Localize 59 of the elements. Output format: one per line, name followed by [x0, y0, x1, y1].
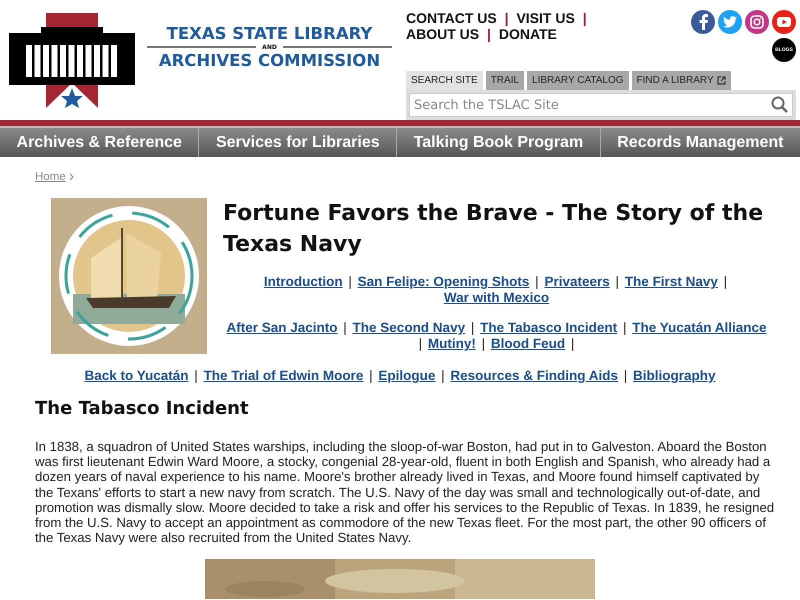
chapter-link[interactable]: The Tabasco Incident	[480, 320, 618, 335]
separator: |	[470, 320, 476, 335]
separator: |	[347, 274, 353, 289]
main-nav-item[interactable]: Services for Libraries	[198, 128, 396, 157]
chapter-link[interactable]: The Trial of Edwin Moore	[204, 368, 364, 383]
chapter-link[interactable]: San Felipe: Opening Shots	[358, 274, 530, 289]
chapter-link[interactable]: Introduction	[264, 274, 343, 289]
separator: |	[368, 368, 374, 383]
separator: |	[486, 26, 492, 42]
chapter-link[interactable]: The Second Navy	[352, 320, 466, 335]
search-field[interactable]: Search the TSLAC Site	[409, 93, 793, 117]
utility-link[interactable]: DONATE	[498, 26, 557, 42]
facebook-icon[interactable]	[691, 10, 715, 34]
article-paragraph: In 1838, a squadron of United States warships, including the sloop-of-war Boston, had put in to Galveston. Aboard the Boston was first lieutenant Edwin Ward Moore, a stocky, congenial 28-year-old, fluent in both English and Spanish, who already had a dozen years of naval experience to his name. Moore's brother already lived in Texas, and Moore found himself captivated by the Texans' efforts to start a new navy from scratch. The U.S. Navy of the day was small and technologically out-of-date, and promotion was dismally slow. Moore decided to take a risk and offer his services to the Republic of Texas. In 1839, he resigned from the U.S. Navy to accept an appointment as commodore of the new Texas fleet. For the most part, the other 90 officers of the Texas Navy were also recruited from the United States Navy.	[35, 439, 775, 546]
utility-link[interactable]: CONTACT US	[406, 10, 497, 26]
utility-link[interactable]: ABOUT US	[406, 26, 480, 42]
separator: |	[582, 10, 588, 26]
youtube-icon[interactable]	[772, 10, 796, 34]
chapter-link[interactable]: Epilogue	[378, 368, 436, 383]
breadcrumb-link[interactable]: Home	[35, 171, 66, 183]
separator: |	[418, 336, 424, 351]
page-title: Fortune Favors the Brave - The Story of the Texas Navy	[223, 200, 764, 259]
search-tab[interactable]: FIND A LIBRARY	[632, 71, 731, 90]
search-icon[interactable]	[771, 96, 788, 113]
chapter-link[interactable]: Back to Yucatán	[84, 368, 189, 383]
library-building-logo-icon	[7, 12, 137, 108]
twitter-icon[interactable]	[718, 10, 742, 34]
chapter-link[interactable]: Privateers	[544, 274, 610, 289]
chapter-link[interactable]: Blood Feud	[490, 336, 566, 351]
separator: |	[570, 336, 576, 351]
search-tab[interactable]: SEARCH SITE	[406, 71, 483, 90]
separator: |	[722, 274, 728, 289]
chapter-link[interactable]: War with Mexico	[444, 290, 550, 305]
chapter-link[interactable]: Resources & Finding Aids	[450, 368, 618, 383]
chevron-icon	[68, 173, 74, 181]
utility-link[interactable]: VISIT US	[516, 10, 575, 26]
separator: |	[193, 368, 199, 383]
logo-text: ARCHIVES COMMISSION	[158, 50, 380, 70]
chapter-link[interactable]: Mutiny!	[428, 336, 476, 351]
separator: |	[622, 320, 628, 335]
chapter-link[interactable]: After San Jacinto	[226, 320, 338, 335]
chapter-link[interactable]: Bibliography	[633, 368, 716, 383]
search-tab[interactable]: LIBRARY CATALOG	[527, 71, 629, 90]
instagram-icon[interactable]	[745, 10, 769, 34]
separator: |	[342, 320, 348, 335]
separator: |	[614, 274, 620, 289]
separator: |	[622, 368, 628, 383]
chapter-link[interactable]: The Yucatán Alliance	[632, 320, 767, 335]
separator: |	[534, 274, 540, 289]
separator: |	[480, 336, 486, 351]
main-nav-item[interactable]: Talking Book Program	[396, 128, 600, 157]
separator: |	[440, 368, 446, 383]
search-tab[interactable]: TRAIL	[486, 71, 524, 90]
separator: |	[504, 10, 510, 26]
main-nav-item[interactable]: Records Management	[600, 128, 800, 157]
section-heading: The Tabasco Incident	[35, 398, 250, 419]
logo-text: TEXAS STATE LIBRARY	[166, 24, 372, 44]
main-nav-item[interactable]: Archives & Reference	[0, 128, 198, 157]
chapter-link[interactable]: The First Navy	[624, 274, 718, 289]
